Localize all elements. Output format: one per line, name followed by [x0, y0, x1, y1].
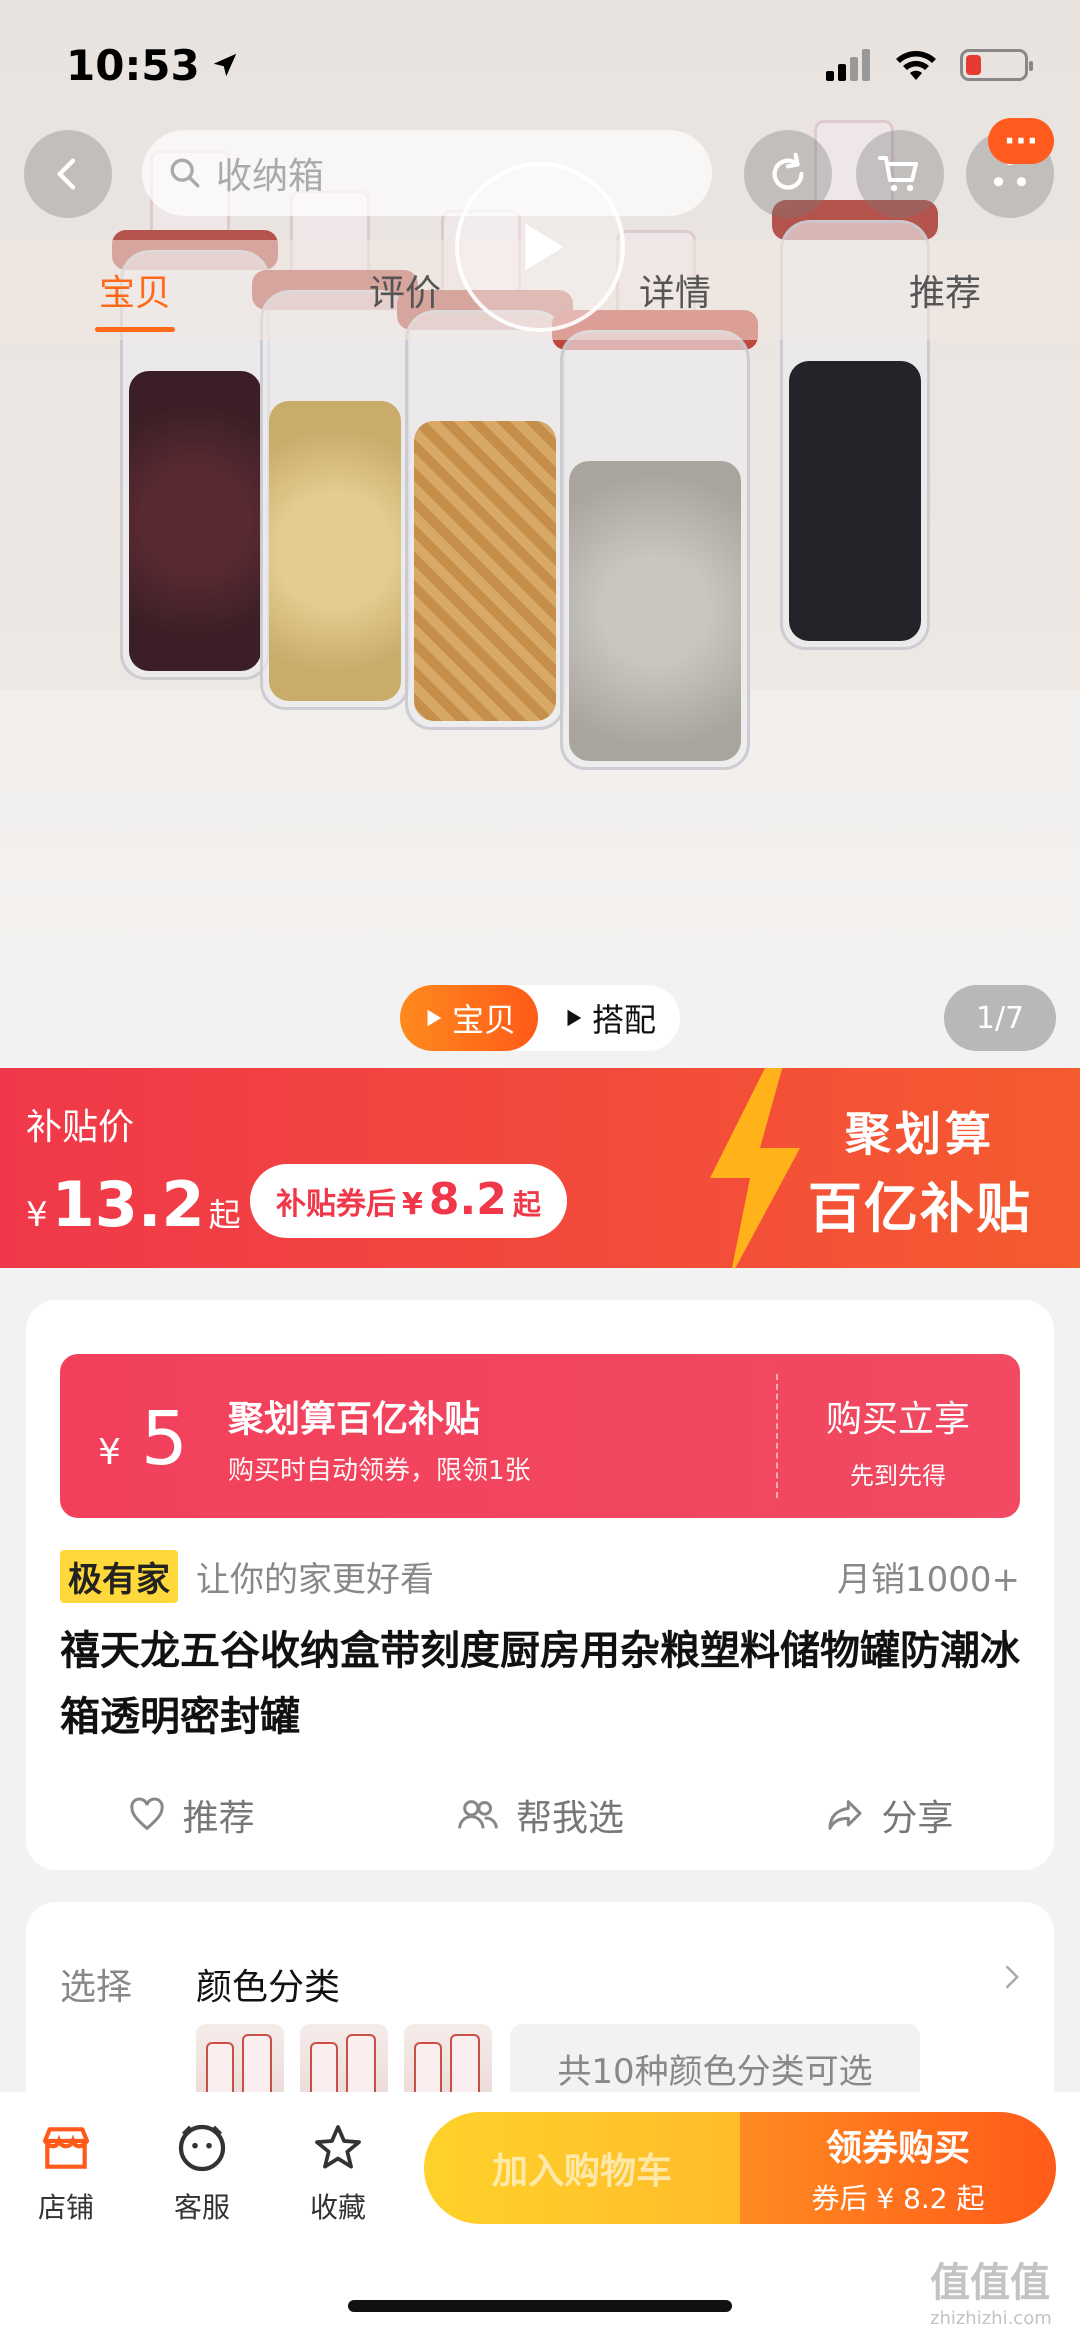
status-bar: 10:53: [0, 0, 1080, 130]
search-icon: [170, 158, 200, 188]
service-icon: [178, 2124, 226, 2172]
wifi-icon: [896, 51, 936, 80]
buy-label: 领券购买: [825, 2128, 970, 2169]
buy-sub-label: 券后 ¥ 8.2 起: [811, 2182, 985, 2215]
watermark-site: zhizhizhi.com: [930, 2308, 1052, 2329]
help-me-choose-button[interactable]: 帮我选: [456, 1789, 624, 1841]
hero-table-surface: [0, 690, 1080, 965]
price-suffix: 起: [208, 1196, 241, 1234]
subsidy-price-label: 补贴价: [26, 1107, 135, 1148]
logo-line2: 百亿补贴: [808, 1177, 1032, 1240]
select-title: 颜色分类: [196, 1967, 341, 2008]
product-image-carousel[interactable]: 10:53 收纳箱 ··· 宝贝 评价 详情 推荐: [0, 0, 1080, 965]
media-toggle-match[interactable]: 搭配: [538, 985, 680, 1051]
favorite-label: 收藏: [309, 2191, 366, 2224]
share-icon: [828, 1800, 862, 1830]
product-title: 禧天龙五谷收纳盒带刻度厨房用杂粮塑料储物罐防潮冰箱透明密封罐: [60, 1628, 1020, 1740]
watermark: 值值值 zhizhizhi.com: [930, 2250, 1052, 2329]
image-page-indicator: 1/7: [944, 985, 1056, 1051]
store-button[interactable]: 店铺: [6, 2120, 126, 2226]
message-badge[interactable]: ···: [988, 118, 1054, 164]
search-input[interactable]: 收纳箱: [142, 130, 712, 216]
coupon-buy-button[interactable]: 领券购买 券后 ¥ 8.2 起: [740, 2112, 1056, 2224]
coupon-desc: 购买时自动领券，限领1张: [228, 1456, 531, 1486]
coupon-amount: ¥ 5: [98, 1396, 188, 1482]
logo-line1: 聚划算: [845, 1107, 995, 1161]
people-icon: [458, 1800, 498, 1829]
media-toggle: 宝贝 搭配: [400, 985, 680, 1051]
tab-recommend[interactable]: 推荐: [845, 264, 1045, 316]
back-button[interactable]: [24, 130, 112, 218]
heart-icon: [129, 1797, 164, 1831]
coupon-action-label: 购买立享: [825, 1399, 970, 1440]
coupon-title: 聚划算百亿补贴: [228, 1399, 481, 1440]
cart-icon: [878, 156, 918, 192]
cart-button[interactable]: [856, 130, 944, 218]
after-coupon-currency: ¥: [402, 1187, 423, 1222]
chevron-left-icon: [57, 158, 76, 190]
home-indicator: [348, 2300, 732, 2312]
add-to-cart-button[interactable]: 加入购物车: [424, 2112, 740, 2224]
subsidy-price: ¥ 13.2 起: [26, 1168, 241, 1241]
play-video-button[interactable]: [455, 162, 625, 332]
coupon-amount-value: 5: [140, 1396, 188, 1482]
play-small-icon: [427, 1009, 442, 1027]
monthly-sales: 月销1000+: [836, 1559, 1020, 1600]
favorite-button[interactable]: 收藏: [278, 2120, 398, 2226]
select-label: 选择: [60, 1967, 133, 2008]
service-label: 客服: [173, 2191, 230, 2224]
subsidy-coupon-banner[interactable]: ¥ 5 聚划算百亿补贴 购买时自动领券，限领1张 购买立享 先到先得: [60, 1354, 1020, 1518]
status-time: 10:53: [66, 41, 240, 90]
status-time-text: 10:53: [66, 40, 200, 90]
watermark-text: 值值值: [930, 2260, 1050, 2306]
share-button[interactable]: 分享: [825, 1789, 953, 1841]
store-label: 店铺: [37, 2191, 94, 2224]
brand-tag[interactable]: 极有家: [60, 1549, 178, 1603]
product-info-card: ¥ 5 聚划算百亿补贴 购买时自动领券，限领1张 购买立享 先到先得 极有家 让…: [26, 1300, 1054, 1870]
help-me-choose-label: 帮我选: [515, 1798, 624, 1839]
recommend-button[interactable]: 推荐: [127, 1789, 255, 1841]
coupon-action[interactable]: 购买立享 先到先得: [776, 1390, 1020, 1491]
tab-item[interactable]: 宝贝: [35, 264, 235, 332]
juhuasuan-logo: 聚划算 百亿补贴: [780, 1098, 1060, 1243]
after-coupon-label: 补贴券后: [276, 1187, 396, 1222]
chevron-right-icon: [1006, 1965, 1020, 1989]
cellular-signal-icon: [826, 49, 870, 81]
status-icons: [826, 48, 1033, 82]
media-toggle-item-label: 宝贝: [451, 1001, 516, 1039]
after-coupon-price: 8.2: [428, 1174, 507, 1225]
location-arrow-icon: [213, 53, 236, 77]
price-value: 13.2: [51, 1168, 205, 1241]
media-toggle-item[interactable]: 宝贝: [400, 985, 538, 1051]
brand-slogan: 让你的家更好看: [196, 1559, 434, 1600]
product-jar: [552, 230, 758, 770]
coupon-currency: ¥: [98, 1432, 121, 1473]
after-coupon-suffix: 起: [512, 1188, 541, 1221]
play-icon: [525, 223, 564, 271]
price-currency: ¥: [26, 1195, 48, 1235]
search-placeholder: 收纳箱: [216, 156, 325, 197]
play-small-icon: [567, 1009, 582, 1027]
product-actions: 推荐 帮我选 分享: [26, 1780, 1054, 1850]
after-coupon-price-pill: 补贴券后 ¥ 8.2 起: [250, 1164, 567, 1238]
customer-service-button[interactable]: 客服: [142, 2120, 262, 2226]
price-banner: 补贴价 ¥ 13.2 起 补贴券后 ¥ 8.2 起 聚划算 百亿补贴: [0, 1068, 1080, 1268]
battery-icon: [960, 49, 1033, 81]
coupon-action-sub: 先到先得: [850, 1462, 946, 1490]
recommend-label: 推荐: [182, 1798, 255, 1839]
share-label: 分享: [881, 1798, 954, 1839]
refresh-button[interactable]: [744, 130, 832, 218]
media-toggle-match-label: 搭配: [591, 1001, 656, 1039]
brand-row: 极有家 让你的家更好看 月销1000+: [60, 1549, 1020, 1603]
star-icon: [315, 2125, 361, 2169]
refresh-icon: [772, 152, 804, 190]
store-icon: [42, 2127, 90, 2169]
